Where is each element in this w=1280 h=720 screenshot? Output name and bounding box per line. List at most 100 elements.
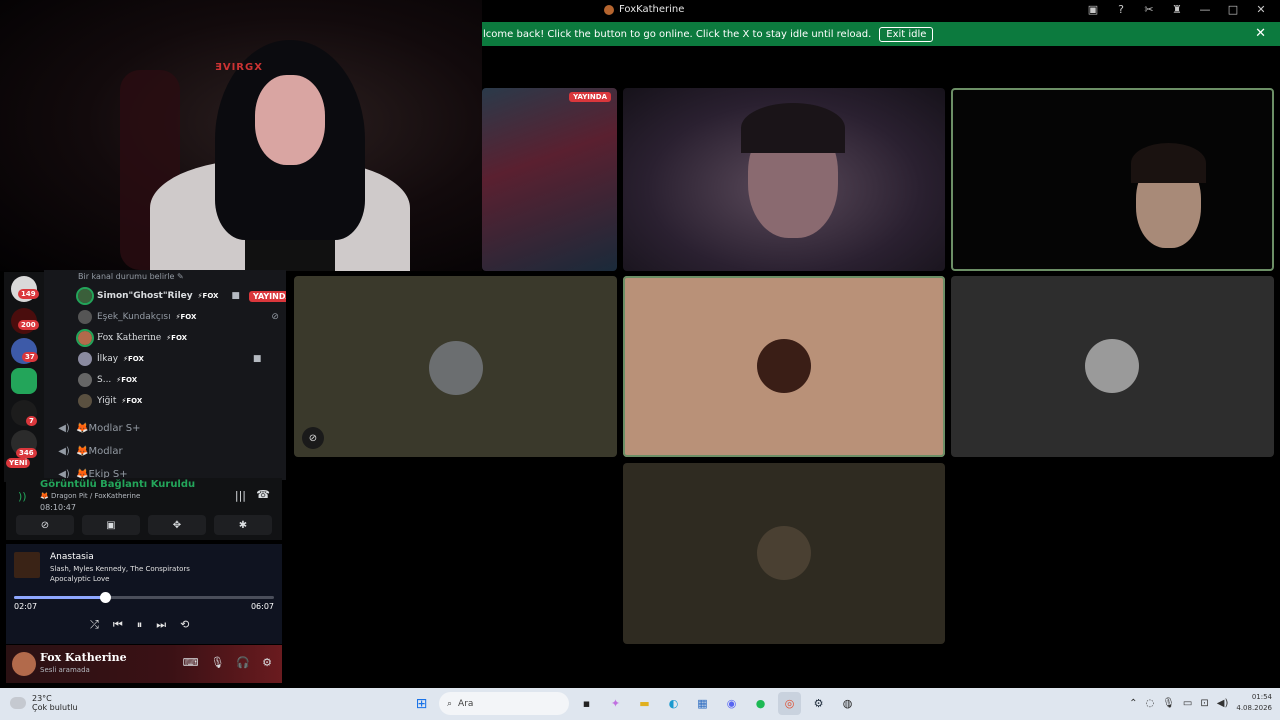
headphones-icon[interactable]: 🎧 [236,656,250,669]
music-controls: ⤮ ⏮ ⏸ ⏭ ⟲ [90,618,189,632]
camera-off-icon: ⊘ [40,519,50,531]
voice-channel-path[interactable]: 🦊 Dragon Pit / FoxKatherine [40,492,140,500]
display-icon[interactable]: ▭ [1183,698,1192,709]
voice-connected-status[interactable]: Görüntülü Bağlantı Kuruldu [40,479,195,490]
vencord-icon[interactable]: ♜ [1170,3,1184,16]
voice-channel[interactable]: ◀) 🦊Modlar [58,442,123,460]
camera-icon: ■ [252,354,262,364]
start-icon[interactable]: ⊞ [410,692,433,715]
spotify-player: Anastasia Slash, Myles Kennedy, The Cons… [6,544,282,644]
edge-icon[interactable]: ◐ [662,692,685,715]
voice-member[interactable]: Yiğit ⚡FOX [78,392,142,410]
task-view-icon[interactable]: ▪ [575,692,598,715]
repeat-icon[interactable]: ⟲ [180,618,189,632]
store-icon[interactable]: ▦ [691,692,714,715]
voice-member[interactable]: Eşek_Kundakçısı ⚡FOX ⊘ [78,308,279,326]
avatar [76,287,94,305]
close-window-icon[interactable]: ✕ [1254,3,1268,16]
voice-elapsed-time: 08:10:47 [40,503,76,512]
avatar [78,394,92,408]
shuffle-icon[interactable]: ⤮ [90,618,99,632]
app-logo-icon [604,4,614,15]
voice-connection-panel: )) Görüntülü Bağlantı Kuruldu 🦊 Dragon P… [6,478,282,540]
tools-icon[interactable]: ✂ [1142,3,1156,16]
inbox-icon[interactable]: ▣ [1086,3,1100,16]
user-controls: ⌨ 🎙 🎧 ⚙ [183,656,272,669]
discord-icon[interactable]: ◉ [720,692,743,715]
volume-icon[interactable]: ◀) [1217,698,1229,709]
song-album[interactable]: Apocalyptic Love [50,575,109,583]
exit-idle-button[interactable]: Exit idle [879,26,934,42]
screen-share-button[interactable]: ▣ [82,515,140,535]
song-progress-knob[interactable] [100,592,111,603]
soundboard-button[interactable]: ✱ [214,515,272,535]
clock[interactable]: 01:54 4.08.2026 [1236,692,1272,714]
channel-status-placeholder[interactable]: Bir kanal durumu belirle ✎ [78,272,184,281]
stream-tile[interactable]: YAYINDA [482,88,617,271]
file-explorer-icon[interactable]: ▬ [633,692,656,715]
avatar-tile-speaking[interactable] [623,276,945,457]
weather-widget[interactable]: 23°C Çok bulutlu [10,694,78,712]
voice-channel-name: 🦊Modlar [76,445,123,457]
member-name: Eşek_Kundakçısı [97,312,171,322]
previous-track-icon[interactable]: ⏮ [113,618,123,632]
network-icon[interactable]: ⊡ [1200,698,1208,709]
pause-icon[interactable]: ⏸ [137,618,143,632]
soundboard-icon: ✱ [238,519,248,531]
voice-channel-name: 🦊Modlar S+ [76,422,141,434]
noise-suppression-icon[interactable]: ||| [235,489,246,502]
signal-icon[interactable]: )) [18,490,27,503]
disconnect-icon[interactable]: ☎ [256,488,270,501]
obs-icon[interactable]: ◍ [836,692,859,715]
avatar-tile[interactable]: ⊘ [294,276,617,457]
microphone-icon[interactable]: 🎙 [1162,698,1175,709]
help-icon[interactable]: ? [1114,3,1128,16]
security-icon[interactable]: ◌ [1145,698,1154,709]
spotify-icon[interactable]: ● [749,692,772,715]
speaker-icon: ◀) [58,445,70,457]
song-artists[interactable]: Slash, Myles Kennedy, The Conspirators [50,565,190,573]
member-tag: ⚡FOX [116,376,138,384]
avatar [76,329,94,347]
song-title[interactable]: Anastasia [50,552,94,562]
windows-taskbar: 23°C Çok bulutlu ⊞ ⌕ Ara ▪ ✦ ▬ ◐ ▦ ◉ ● ◎… [0,688,1280,720]
user-name[interactable]: Fox Katherine [40,651,127,664]
video-tile-speaking[interactable] [951,88,1274,271]
close-banner-icon[interactable]: ✕ [1255,26,1266,41]
taskbar-search[interactable]: ⌕ Ara [439,692,569,715]
copilot-icon[interactable]: ✦ [604,692,627,715]
next-track-icon[interactable]: ⏭ [156,618,166,632]
voice-channel[interactable]: ◀) 🦊Modlar S+ [58,419,140,437]
maximize-icon[interactable]: □ [1226,3,1240,16]
microphone-icon[interactable]: 🎙 [210,656,224,669]
member-name: Yiğit [97,396,117,406]
participant-avatar [757,339,811,393]
video-tile[interactable] [623,88,945,271]
search-placeholder: Ara [458,698,474,709]
weather-condition: Çok bulutlu [32,703,78,712]
user-avatar[interactable] [12,652,36,676]
member-name: S... [97,375,112,385]
avatar-tile[interactable] [623,463,945,644]
unread-badge: 346 [16,448,37,458]
activities-button[interactable]: ✥ [148,515,206,535]
settings-icon[interactable]: ⚙ [262,656,272,669]
chevron-up-icon[interactable]: ⌃ [1129,698,1137,709]
search-icon: ⌕ [447,698,453,709]
minimize-icon[interactable]: — [1198,3,1212,16]
new-servers-badge[interactable]: YENİ [6,458,31,468]
server-icon[interactable] [11,368,37,394]
song-progress-bar[interactable] [14,592,274,603]
camera-off-button[interactable]: ⊘ [16,515,74,535]
steam-icon[interactable]: ⚙ [807,692,830,715]
clock-time: 01:54 [1251,693,1272,701]
voice-member[interactable]: Simon"Ghost"Riley ⚡FOX ■ YAYINDA [76,287,286,305]
chrome-icon[interactable]: ◎ [778,692,801,715]
voice-member[interactable]: S... ⚡FOX [78,371,137,389]
album-cover[interactable] [14,552,40,578]
voice-member[interactable]: İlkay ⚡FOX ■ [78,350,261,368]
streamer-camera-feed[interactable]: ƎVIRGX [0,0,482,271]
game-controller-icon[interactable]: ⌨ [183,656,199,669]
voice-member[interactable]: Fox Katherine ⚡FOX [76,329,187,347]
avatar-tile[interactable] [951,276,1274,457]
